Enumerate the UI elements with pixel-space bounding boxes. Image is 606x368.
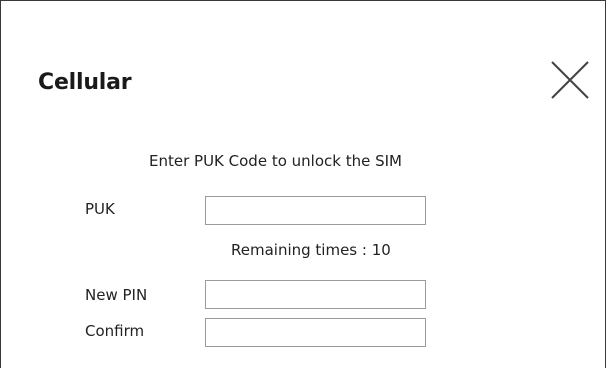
close-icon xyxy=(551,61,589,99)
puk-instruction: Enter PUK Code to unlock the SIM xyxy=(149,152,402,170)
confirm-pin-input[interactable] xyxy=(205,318,426,347)
puk-label: PUK xyxy=(85,200,115,218)
dialog-title: Cellular xyxy=(38,70,132,95)
remaining-times-text: Remaining times : 10 xyxy=(231,241,391,259)
close-button[interactable] xyxy=(550,60,590,100)
puk-input[interactable] xyxy=(205,196,426,225)
new-pin-label: New PIN xyxy=(85,286,148,304)
confirm-pin-label: Confirm xyxy=(85,322,145,340)
new-pin-input[interactable] xyxy=(205,280,426,309)
cellular-dialog: Cellular Enter PUK Code to unlock the SI… xyxy=(0,0,606,368)
